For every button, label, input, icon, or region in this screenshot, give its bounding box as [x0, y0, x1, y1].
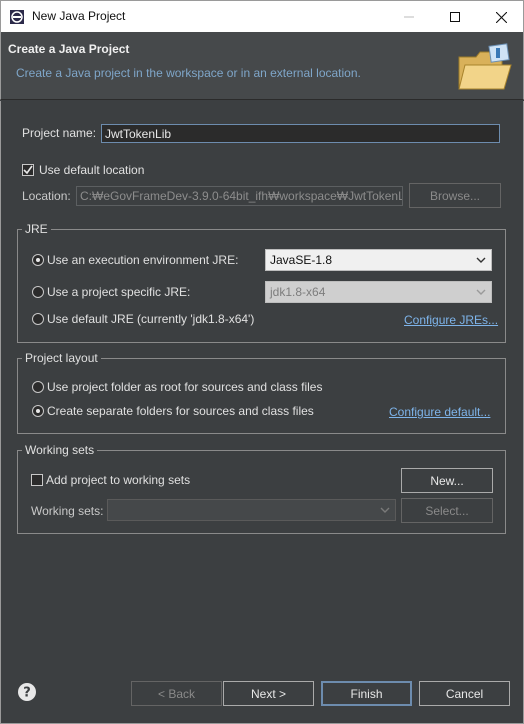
location-label: Location:	[22, 189, 71, 203]
configure-jres-link[interactable]: Configure JREs...	[404, 313, 498, 327]
layout-option-root-radio[interactable]	[32, 381, 44, 393]
project-layout-group	[17, 358, 506, 434]
help-icon[interactable]: ?	[17, 682, 37, 702]
wizard-description: Create a Java project in the workspace o…	[16, 66, 361, 80]
add-to-working-sets-label: Add project to working sets	[46, 473, 191, 487]
finish-button[interactable]: Finish	[321, 681, 412, 706]
layout-option-separate-label: Create separate folders for sources and …	[47, 404, 314, 418]
project-specific-jre-value: jdk1.8-x64	[270, 285, 326, 299]
select-working-sets-button[interactable]: Select...	[401, 498, 493, 523]
title-bar: New Java Project	[0, 0, 524, 32]
chevron-down-icon	[475, 286, 487, 301]
project-name-input[interactable]	[101, 124, 500, 143]
close-button[interactable]	[478, 1, 524, 33]
next-button[interactable]: Next >	[223, 681, 314, 706]
minimize-button[interactable]	[386, 1, 432, 33]
layout-option-root-label: Use project folder as root for sources a…	[47, 380, 323, 394]
jre-group-title: JRE	[22, 222, 51, 236]
new-working-set-button[interactable]: New...	[401, 468, 493, 493]
layout-option-separate-radio[interactable]	[32, 405, 44, 417]
wizard-title: Create a Java Project	[8, 42, 130, 56]
jre-option-project-specific-label: Use a project specific JRE:	[47, 285, 191, 299]
add-to-working-sets-checkbox[interactable]	[31, 474, 43, 486]
jre-option-default-label: Use default JRE (currently 'jdk1.8-x64')	[47, 312, 255, 326]
browse-button[interactable]: Browse...	[409, 183, 501, 208]
jre-option-execution-env-label: Use an execution environment JRE:	[47, 253, 239, 267]
back-button[interactable]: < Back	[131, 681, 222, 706]
eclipse-app-icon	[9, 9, 25, 25]
chevron-down-icon	[475, 254, 487, 269]
wizard-banner: Create a Java Project Create a Java proj…	[0, 32, 524, 100]
working-sets-label: Working sets:	[31, 504, 104, 518]
maximize-button[interactable]	[432, 1, 478, 33]
cancel-button[interactable]: Cancel	[419, 681, 510, 706]
jre-option-execution-env-radio[interactable]	[32, 254, 44, 266]
window-title: New Java Project	[32, 9, 126, 23]
project-specific-jre-select[interactable]: jdk1.8-x64	[265, 281, 492, 303]
working-sets-select[interactable]	[107, 499, 396, 521]
working-sets-group-title: Working sets	[22, 443, 98, 457]
jre-option-project-specific-radio[interactable]	[32, 286, 44, 298]
jre-option-default-radio[interactable]	[32, 313, 44, 325]
chevron-down-icon	[379, 504, 391, 519]
svg-text:?: ?	[23, 686, 31, 701]
configure-default-link[interactable]: Configure default...	[389, 405, 490, 419]
use-default-location-checkbox[interactable]	[22, 164, 34, 176]
project-name-label: Project name:	[22, 126, 97, 140]
execution-env-value: JavaSE-1.8	[270, 253, 333, 267]
use-default-location-label: Use default location	[39, 163, 145, 177]
execution-env-select[interactable]: JavaSE-1.8	[265, 249, 492, 271]
project-layout-group-title: Project layout	[22, 351, 101, 365]
location-input[interactable]: C:₩eGovFrameDev-3.9.0-64bit_ifh₩workspac…	[76, 186, 403, 206]
new-java-project-folder-icon	[456, 43, 514, 96]
